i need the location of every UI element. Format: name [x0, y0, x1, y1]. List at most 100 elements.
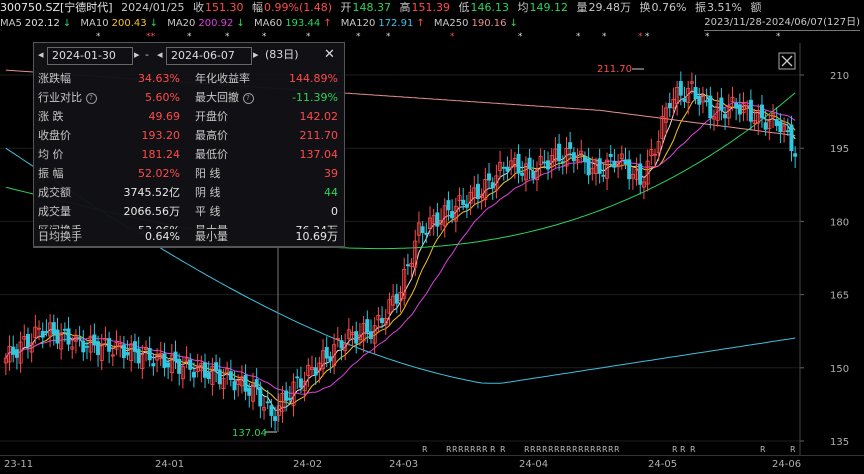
candle-body: [324, 346, 329, 359]
candle-body: [107, 338, 112, 352]
stat-value: 44: [324, 186, 338, 199]
candle-body: [571, 152, 576, 162]
close-icon[interactable]: ✕: [324, 47, 335, 63]
candle-body: [25, 334, 30, 348]
rights-marker: R: [680, 445, 686, 454]
stock-code[interactable]: 300750.SZ[宁德时代]: [0, 1, 113, 14]
prev-start-arrow-icon[interactable]: ◂: [38, 47, 44, 63]
stat-row: 成交额 3745.52亿 阴 线 44: [38, 183, 338, 202]
event-star-icon[interactable]: *: [356, 31, 361, 43]
candle-body: [527, 157, 532, 169]
candle-body: [435, 212, 440, 227]
candle-body: [84, 345, 89, 348]
candle-body: [612, 160, 617, 168]
candle-body: [516, 153, 521, 174]
stat-label: 最高价: [195, 129, 228, 142]
ma20-label[interactable]: MA20: [167, 18, 195, 29]
date-range-selector[interactable]: 2023/11/28-2024/06/07(127日): [704, 16, 860, 31]
event-star-icon[interactable]: *: [705, 31, 710, 43]
end-date-field[interactable]: 2024-06-07: [166, 47, 252, 65]
x-tick-label: 23-11: [4, 459, 34, 470]
candle-body: [14, 349, 19, 358]
x-tick-label: 24-04: [519, 459, 549, 470]
candle-body: [162, 353, 167, 368]
high-marker: 211.70: [597, 64, 644, 75]
ma250-label[interactable]: MA250: [434, 18, 469, 29]
help-icon[interactable]: ?: [85, 93, 97, 104]
stat-label: 收盘价: [38, 129, 71, 142]
candle-body: [206, 372, 211, 380]
stat-row: 均 价 181.24 最低价 137.04: [38, 145, 338, 164]
candle-body: [147, 348, 152, 361]
candle-body: [136, 348, 141, 364]
y-tick-label: 150: [830, 364, 849, 375]
event-star-icon[interactable]: *: [450, 31, 455, 43]
stat-row: 涨 跌 49.69 开盘价 142.02: [38, 107, 338, 126]
candle-body: [723, 114, 728, 119]
candle-body: [298, 378, 303, 388]
interval-days: (83日): [265, 48, 299, 61]
candle-body: [759, 104, 764, 119]
candle-body: [62, 328, 67, 331]
event-star-icon[interactable]: *: [645, 31, 650, 43]
high-price-label: 211.70: [597, 64, 632, 75]
candle-body: [420, 226, 425, 234]
y-tick-label: 210: [830, 71, 849, 82]
stat-value: 52.02%: [138, 167, 180, 180]
candle-body: [627, 159, 632, 180]
amplitude-label: 振: [694, 1, 706, 14]
ma120-label[interactable]: MA120: [341, 18, 376, 29]
event-star-icon[interactable]: *: [576, 31, 581, 43]
ma5-label[interactable]: MA5: [0, 18, 22, 29]
stat-label: 最大回撤: [195, 91, 239, 104]
change-value: 0.99%(1.48): [264, 1, 333, 14]
help-icon[interactable]: ?: [242, 93, 254, 104]
candle-body: [132, 341, 137, 352]
candle-body: [568, 142, 573, 149]
candle-body: [531, 171, 536, 179]
candle-body: [287, 397, 292, 401]
stat-value: 137.04: [299, 148, 339, 161]
stat-label: 最低价: [195, 148, 228, 161]
avg-label: 均: [517, 1, 529, 14]
ma60-value: 193.44: [285, 18, 321, 29]
rights-marker: R: [672, 445, 678, 454]
event-star-icon[interactable]: *: [518, 31, 523, 43]
candle-body: [368, 331, 373, 339]
candle-body: [265, 401, 270, 404]
interval-stats-panel: ◂ 2024-01-30 ▸ - ◂ 2024-06-07 ▸ (83日) ✕ …: [33, 42, 345, 248]
y-tick-label: 195: [830, 144, 849, 155]
stat-label: 振 幅: [38, 167, 64, 180]
candle-body: [667, 102, 672, 109]
candle-body: [380, 318, 385, 324]
next-end-arrow-icon[interactable]: ▸: [253, 47, 259, 63]
prev-end-arrow-icon[interactable]: ◂: [157, 47, 163, 63]
stat-label: 日均换手: [38, 230, 82, 243]
stat-label: 成交量: [38, 205, 71, 218]
stat-value: 5.60%: [145, 91, 180, 104]
candle-body: [557, 143, 562, 162]
candle-body: [40, 330, 45, 338]
event-star-icon[interactable]: *: [638, 31, 643, 43]
ma10-label[interactable]: MA10: [80, 18, 108, 29]
candle-body: [96, 341, 101, 355]
next-start-arrow-icon[interactable]: ▸: [134, 47, 140, 63]
close-chart-button[interactable]: [778, 52, 796, 70]
event-star-icon[interactable]: *: [776, 31, 781, 43]
stat-label: 均 价: [38, 148, 64, 161]
start-date-field[interactable]: 2024-01-30: [47, 47, 133, 65]
ma60-label[interactable]: MA60: [254, 18, 282, 29]
change-label: 幅: [252, 1, 263, 14]
candle-body: [51, 322, 56, 335]
candle-body: [734, 102, 739, 109]
candle-body: [693, 87, 698, 100]
candle-body: [785, 130, 790, 133]
time-axis: 23-11 24-01 24-02 24-03 24-04 24-05 24-0…: [0, 455, 864, 474]
low-price-label: 137.04: [232, 428, 267, 439]
candle-body: [461, 199, 466, 205]
candle-body: [214, 362, 219, 371]
event-star-icon[interactable]: *: [386, 31, 391, 43]
candle-body: [678, 81, 683, 96]
quote-header: 300750.SZ[宁德时代] 2024/01/25 收151.30 幅0.99…: [0, 0, 864, 16]
event-star-icon[interactable]: *: [602, 31, 607, 43]
